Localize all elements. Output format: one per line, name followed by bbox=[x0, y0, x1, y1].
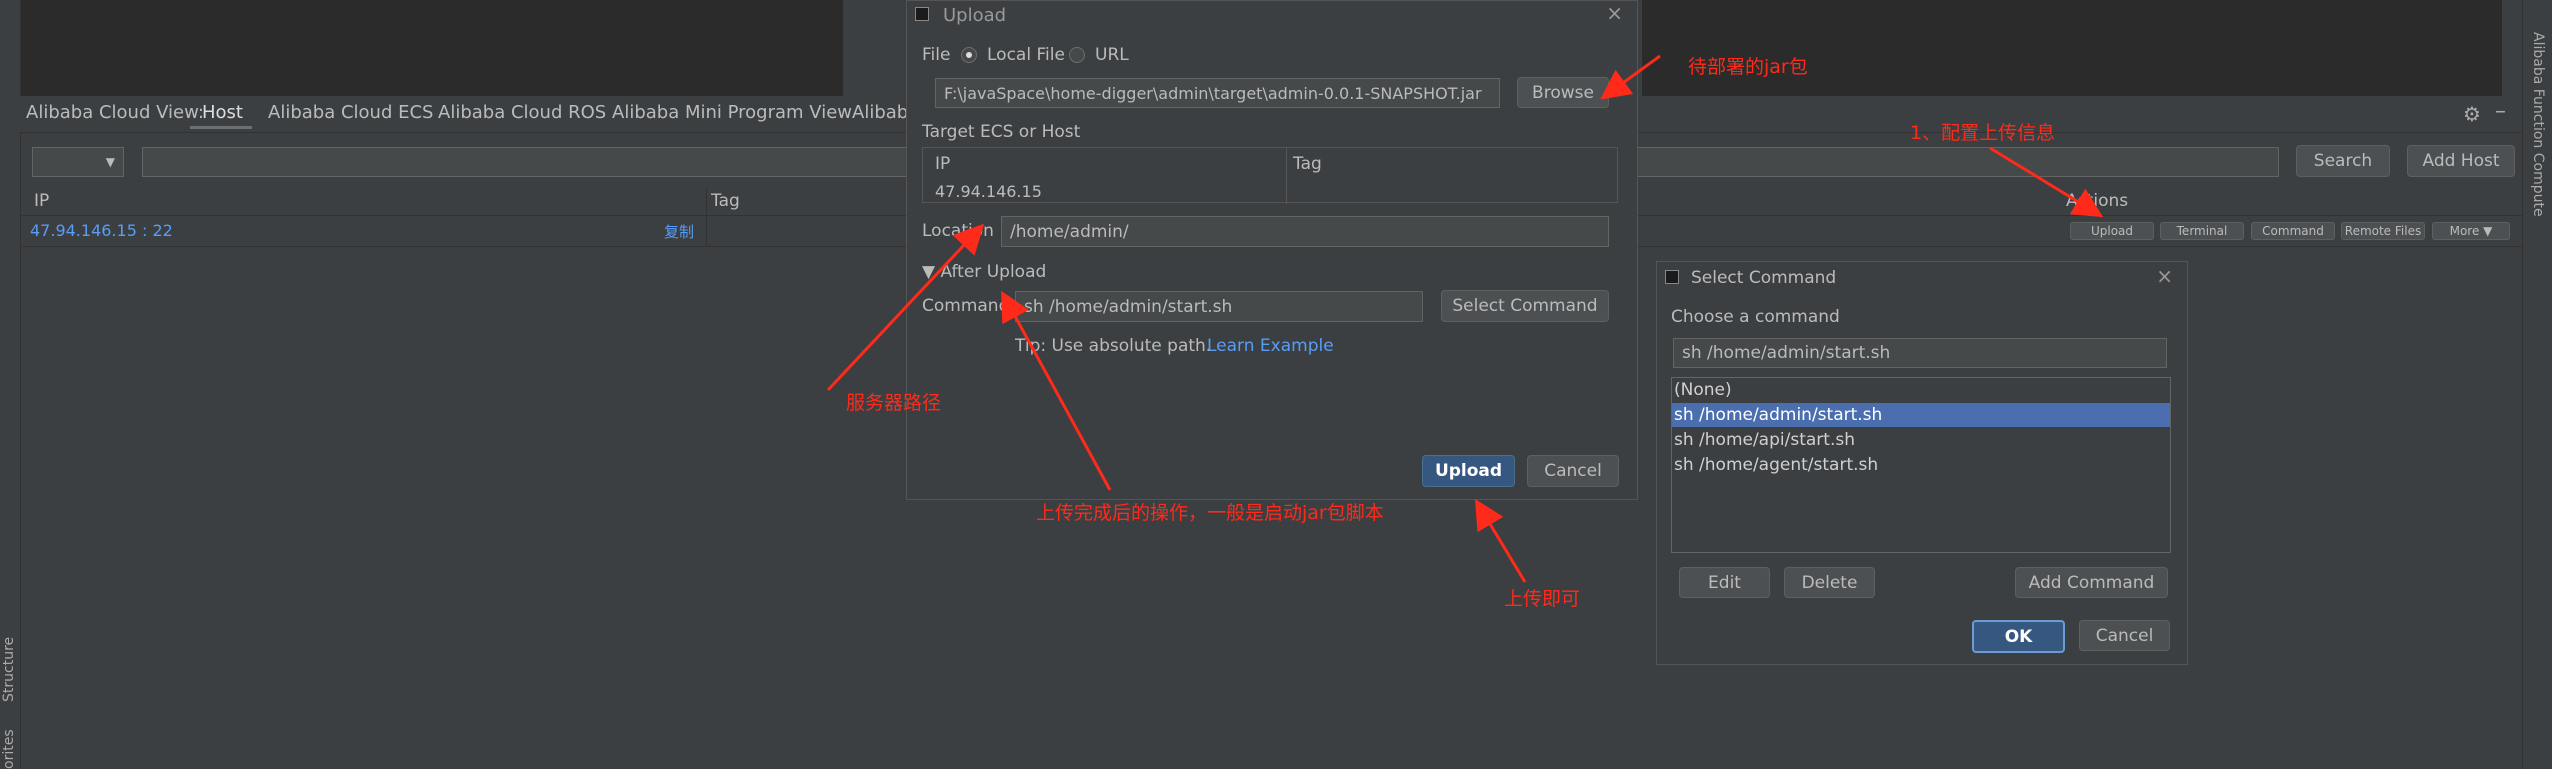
annotation-jar: 待部署的jar包 bbox=[1688, 56, 1808, 78]
annotation-config: 1、配置上传信息 bbox=[1910, 122, 2056, 144]
arrow-jar bbox=[1600, 54, 1661, 100]
arrow-after-ops bbox=[1001, 290, 1112, 491]
arrow-config bbox=[1989, 146, 2104, 218]
arrow-upload bbox=[1474, 498, 1527, 583]
arrow-server-path bbox=[826, 223, 985, 392]
annotation-server-path: 服务器路径 bbox=[846, 392, 942, 414]
annotation-upload: 上传即可 bbox=[1504, 588, 1581, 610]
annotation-arrows bbox=[826, 54, 2104, 583]
annotation-after-ops: 上传完成后的操作，一般是启动jar包脚本 bbox=[1036, 502, 1384, 524]
